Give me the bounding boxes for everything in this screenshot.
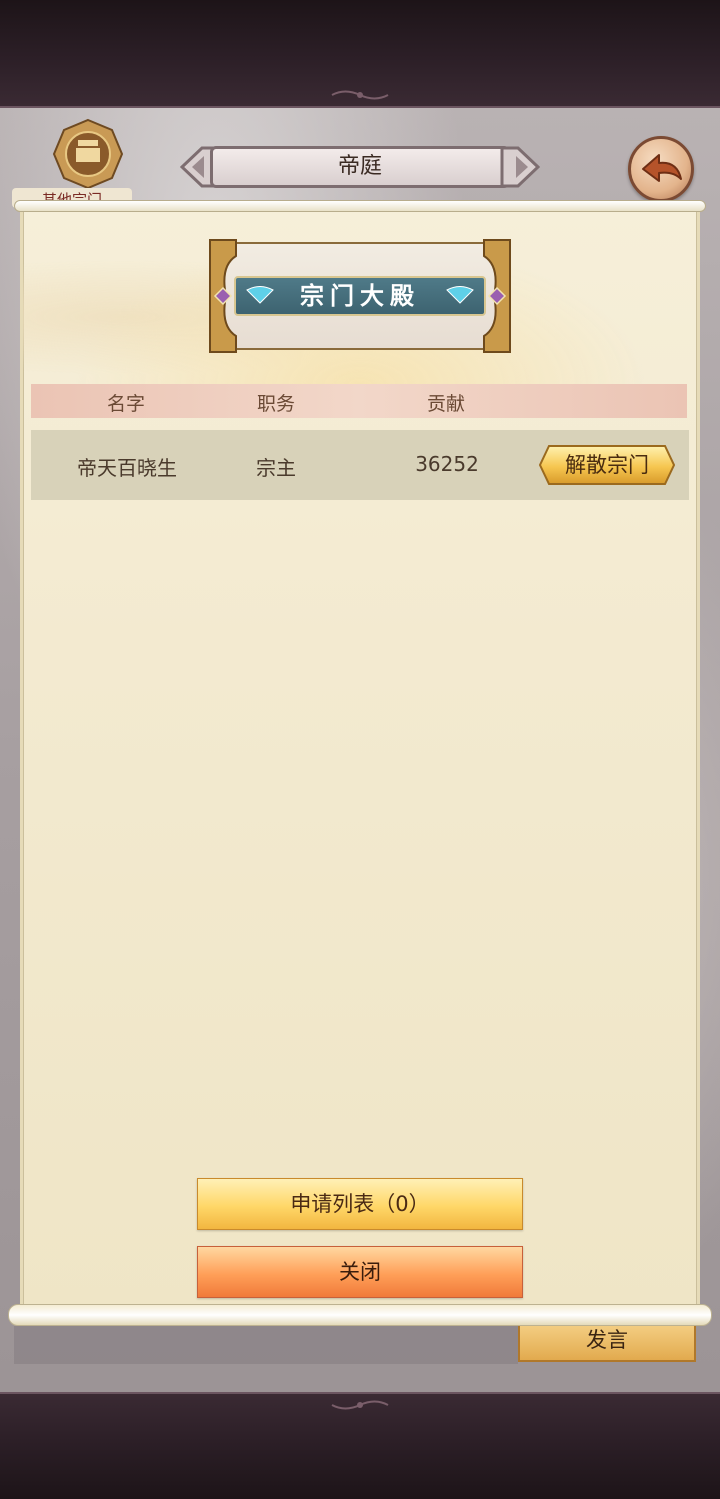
chat-input-bar[interactable] — [14, 1326, 518, 1364]
member-contribution: 36252 — [415, 452, 479, 476]
table-row: 帝天百晓生 宗主 36252 解散宗门 — [31, 430, 689, 500]
disband-sect-button[interactable]: 解散宗门 — [539, 445, 675, 485]
close-button[interactable]: 关闭 — [197, 1246, 523, 1298]
top-frame — [0, 0, 720, 108]
column-header-contribution: 贡献 — [426, 393, 465, 415]
fan-icon — [446, 286, 474, 304]
column-header-name: 名字 — [106, 393, 145, 415]
sect-emblem-icon — [52, 118, 124, 190]
apply-list-button[interactable]: 申请列表（0） — [197, 1178, 523, 1230]
disband-sect-label: 解散宗门 — [565, 453, 649, 477]
fan-icon — [246, 286, 274, 304]
plaque-cap-icon — [500, 146, 540, 188]
ornament-icon — [331, 1400, 389, 1410]
other-sect-button[interactable]: 其他宗门 — [12, 118, 132, 208]
member-table-header: 名字 职务 贡献 — [31, 384, 687, 418]
back-arrow-icon — [642, 154, 682, 182]
bottom-frame — [0, 1392, 720, 1499]
member-name: 帝天百晓生 — [77, 456, 177, 480]
ornament-icon — [331, 90, 389, 100]
title-plaque: 帝庭 — [180, 142, 540, 192]
sect-hall-banner: 宗门大殿 — [206, 236, 514, 356]
scroll-bottom-rod — [8, 1304, 712, 1326]
back-button[interactable] — [628, 136, 694, 202]
column-header-role: 职务 — [256, 393, 295, 415]
page-title: 帝庭 — [210, 146, 510, 188]
scroll-top-rod — [14, 200, 706, 212]
member-role: 宗主 — [256, 456, 296, 480]
